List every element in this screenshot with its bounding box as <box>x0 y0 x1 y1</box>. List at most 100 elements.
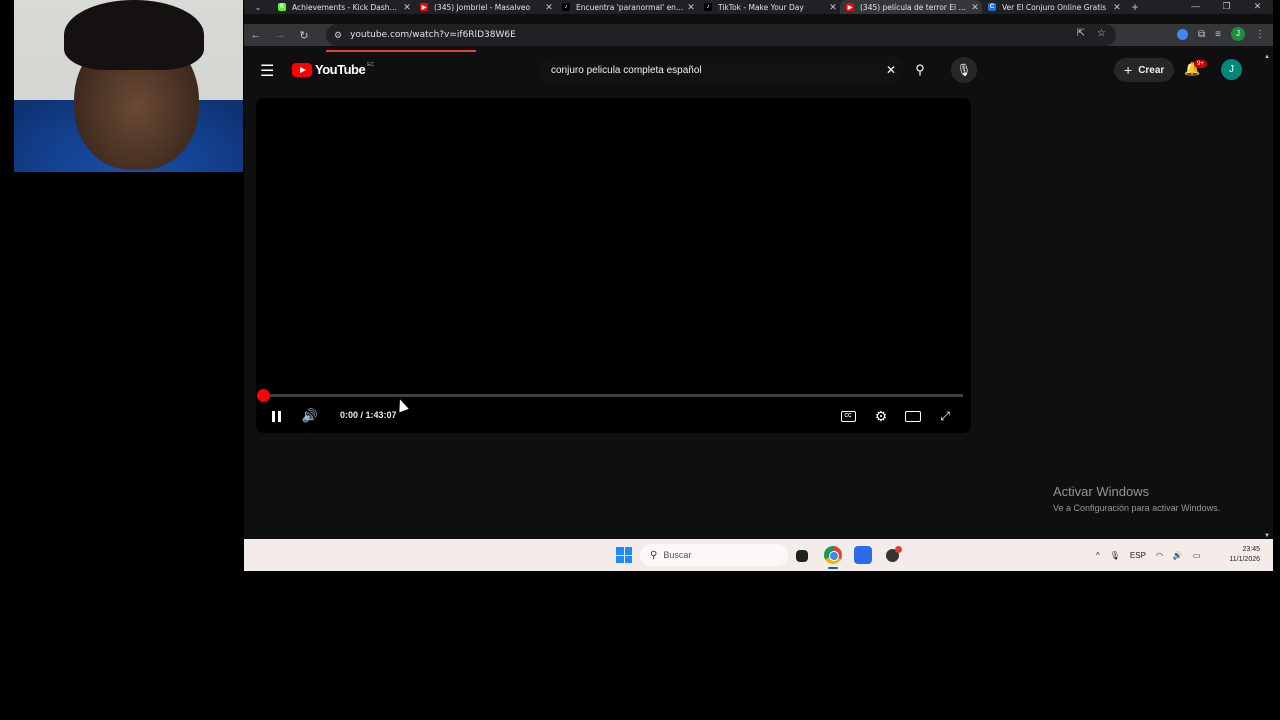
profile-avatar[interactable]: J <box>1231 27 1245 41</box>
clock-time: 23:45 <box>1242 546 1260 553</box>
speaker-icon[interactable]: 🔊 <box>1173 551 1183 560</box>
youtube-play-icon <box>292 62 312 77</box>
account-avatar[interactable]: J <box>1221 59 1242 80</box>
activate-windows-watermark: Activar Windows Ve a Configuración para … <box>1053 484 1220 513</box>
taskbar-clock[interactable]: 23:45 11/1/2026 <box>1229 545 1260 565</box>
page-load-progress <box>326 50 477 52</box>
window-controls: — ❐ ✕ <box>1180 0 1273 14</box>
tab-favicon-icon: C <box>988 3 996 11</box>
restore-icon[interactable]: ❐ <box>1211 0 1242 14</box>
tab-strip: ⌄ K Achievements - Kick Dashboard ✕ ▶ (345) … <box>244 0 1273 14</box>
plus-icon: + <box>1124 62 1133 78</box>
search-icon[interactable]: ⚲ <box>904 57 936 83</box>
page-scrollbar[interactable]: ▲ ▼ <box>1263 53 1273 539</box>
create-button[interactable]: + Crear <box>1114 58 1175 82</box>
reload-icon[interactable]: ↻ <box>292 29 316 42</box>
minimize-icon[interactable]: — <box>1180 0 1211 14</box>
tab-favicon-icon: ▶ <box>846 3 854 11</box>
bookmark-star-icon[interactable]: ☆ <box>1097 28 1106 39</box>
close-tab-icon[interactable]: ✕ <box>684 2 698 13</box>
clear-search-icon[interactable]: ✕ <box>878 63 904 77</box>
close-tab-icon[interactable]: ✕ <box>542 2 556 13</box>
youtube-logo[interactable]: YouTube EC <box>292 62 374 77</box>
tab-title: Encuentra 'paranormal' en TikTok <box>576 2 684 12</box>
browser-tab[interactable]: C Ver El Conjuro Online Gratis ✕ <box>982 0 1124 14</box>
clock-date: 11/1/2026 <box>1229 556 1260 563</box>
system-tray: ^ 🎙 ESP ◠ 🔊 ▭ <box>1096 539 1200 571</box>
scroll-up-icon[interactable]: ▲ <box>1264 54 1270 60</box>
search-input[interactable]: conjuro pelicula completa español ✕ <box>540 57 904 83</box>
browser-tab[interactable]: ▶ (345) Jombriel - Masalveo ✕ <box>414 0 556 14</box>
progress-bar[interactable] <box>263 394 963 397</box>
tab-title: Ver El Conjuro Online Gratis <box>1002 2 1107 12</box>
browser-tab[interactable]: ♪ TikTok - Make Your Day ✕ <box>698 0 840 14</box>
youtube-logo-text: YouTube <box>315 62 366 77</box>
extension-icon[interactable] <box>1177 28 1189 40</box>
close-tab-icon[interactable]: ✕ <box>400 2 414 13</box>
create-label: Crear <box>1138 64 1165 76</box>
pause-icon <box>271 410 281 422</box>
volume-icon[interactable]: 🔊 <box>300 406 320 426</box>
taskbar-chrome-icon[interactable] <box>824 546 842 564</box>
subtitles-icon: CC <box>840 410 856 422</box>
notification-badge: 9+ <box>1194 60 1207 68</box>
site-info-icon[interactable]: ⚙ <box>334 30 342 41</box>
taskbar-search-placeholder: Buscar <box>663 550 692 560</box>
tab-favicon-icon: ♪ <box>704 3 712 11</box>
fullscreen-icon[interactable]: ⤢ <box>936 406 954 426</box>
back-icon[interactable]: ← <box>244 29 268 41</box>
close-tab-icon[interactable]: ✕ <box>826 2 840 13</box>
watermark-title: Activar Windows <box>1053 484 1150 499</box>
progress-scrubber[interactable] <box>257 389 270 402</box>
country-code: EC <box>367 61 375 68</box>
taskbar-file-explorer-icon[interactable] <box>796 550 808 562</box>
active-app-indicator <box>828 567 838 569</box>
browser-toolbar: ← → ↻ ⚙ youtube.com/watch?v=if6RlD38W6E … <box>244 24 1273 46</box>
theater-mode-button[interactable] <box>904 406 922 426</box>
media-controls-icon[interactable]: ≡ <box>1215 29 1221 40</box>
settings-gear-icon[interactable]: ⚙ <box>872 406 890 426</box>
taskbar-app-icon[interactable] <box>854 546 872 564</box>
browser-tab[interactable]: ♪ Encuentra 'paranormal' en TikTok✕ <box>556 0 698 14</box>
pause-button[interactable] <box>268 406 284 426</box>
tab-favicon-icon: K <box>278 3 286 11</box>
search-icon: ⚲ <box>650 549 658 561</box>
tray-chevron-icon[interactable]: ^ <box>1096 551 1100 560</box>
time-display: 0:00 / 1:43:07 <box>340 410 397 420</box>
taskbar-roblox-icon[interactable] <box>884 546 902 564</box>
browser-menu-icon[interactable]: ⋮ <box>1255 29 1265 40</box>
video-player[interactable]: 🔊 0:00 / 1:43:07 CC ⚙ ⤢ <box>256 98 971 433</box>
youtube-header: ☰ YouTube EC conjuro pelicula completa e… <box>244 53 1266 87</box>
close-tab-icon[interactable]: ✕ <box>1110 2 1124 13</box>
hamburger-menu-icon[interactable]: ☰ <box>260 61 274 81</box>
windows-taskbar: ⚲ Buscar ^ 🎙 ESP ◠ 🔊 ▭ 23:45 11/1/2026 <box>244 539 1273 571</box>
browser-tab[interactable]: ▶ (345) película de terror El conjuro✕ <box>840 0 982 14</box>
battery-icon[interactable]: ▭ <box>1193 551 1201 560</box>
extensions-puzzle-icon[interactable]: ⧉ <box>1198 29 1205 40</box>
tab-title: (345) Jombriel - Masalveo <box>434 2 531 12</box>
browser-tab[interactable]: K Achievements - Kick Dashboard ✕ <box>272 0 414 14</box>
watermark-subtitle: Ve a Configuración para activar Windows. <box>1053 503 1221 513</box>
start-windows-icon[interactable] <box>616 547 632 563</box>
language-indicator[interactable]: ESP <box>1130 551 1146 560</box>
subtitles-button[interactable]: CC <box>839 406 857 426</box>
install-app-icon[interactable]: ⇱ <box>1077 28 1085 39</box>
wifi-icon[interactable]: ◠ <box>1156 551 1163 560</box>
tray-microphone-icon[interactable]: 🎙 <box>1110 551 1120 560</box>
tab-title: (345) película de terror El conjuro <box>860 2 968 12</box>
url-text[interactable]: youtube.com/watch?v=if6RlD38W6E <box>350 30 516 40</box>
tab-title: TikTok - Make Your Day <box>718 2 804 12</box>
microphone-icon[interactable]: 🎙 <box>951 57 977 83</box>
tab-search-button[interactable]: ⌄ <box>244 0 272 14</box>
close-tab-icon[interactable]: ✕ <box>968 2 982 13</box>
search-query[interactable]: conjuro pelicula completa español <box>551 65 878 76</box>
tab-favicon-icon: ▶ <box>420 3 428 11</box>
close-window-icon[interactable]: ✕ <box>1242 0 1273 14</box>
new-tab-icon[interactable]: + <box>1124 0 1146 14</box>
taskbar-search[interactable]: ⚲ Buscar <box>640 544 788 566</box>
address-bar[interactable]: ⚙ youtube.com/watch?v=if6RlD38W6E ⇱ ☆ <box>326 24 1116 46</box>
tab-title: Achievements - Kick Dashboard <box>292 2 400 12</box>
forward-icon[interactable]: → <box>268 29 292 41</box>
tab-favicon-icon: ♪ <box>562 3 570 11</box>
webcam-overlay <box>14 0 243 172</box>
